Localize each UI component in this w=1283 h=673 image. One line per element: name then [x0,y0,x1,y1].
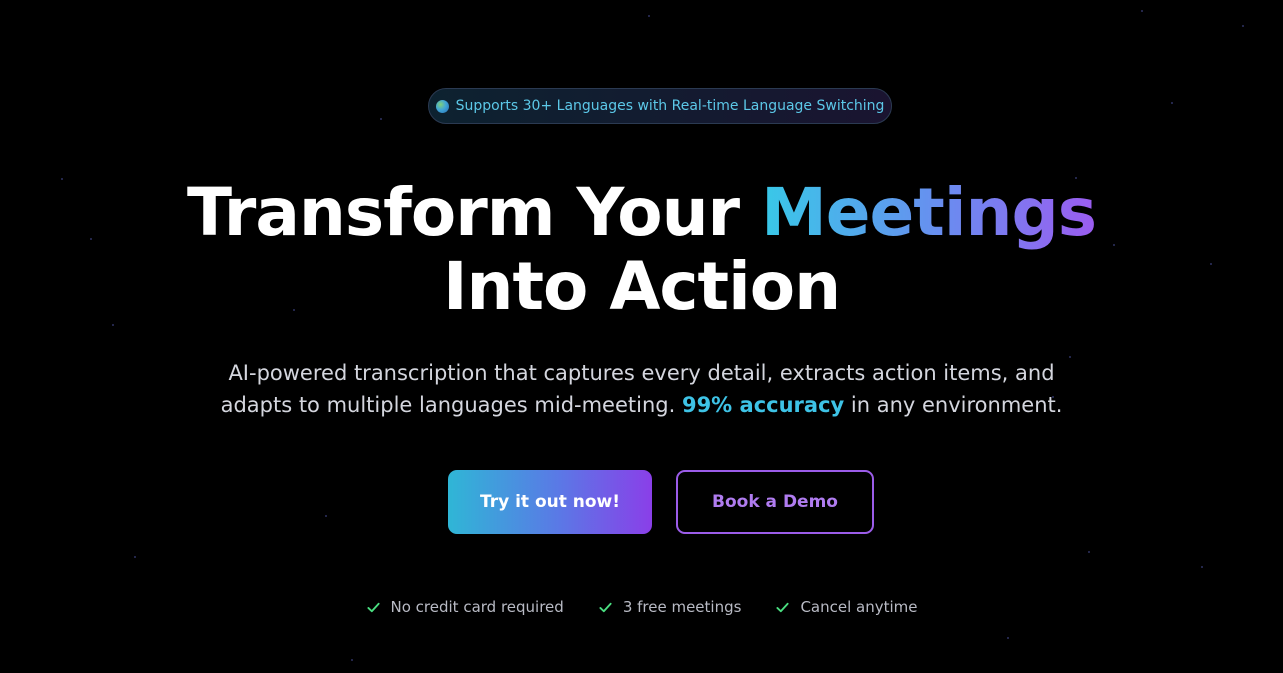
globe-icon [435,99,449,113]
benefit-item: 3 free meetings [598,598,742,616]
try-it-out-button[interactable]: Try it out now! [448,470,652,534]
check-icon [599,602,612,612]
benefit-label: Cancel anytime [800,598,918,616]
subtitle-part2: in any environment. [844,393,1063,417]
accuracy-highlight: 99% accuracy [681,393,845,417]
languages-badge: Supports 30+ Languages with Real-time La… [428,88,892,124]
benefit-label: 3 free meetings [622,598,742,616]
check-icon [776,602,790,612]
badge-text: Supports 30+ Languages with Real-time La… [455,98,885,114]
hero-headline: Transform Your Meetings Into Action [0,176,1283,324]
hero-subtitle: AI-powered transcription that captures e… [190,357,1093,421]
benefit-item: No credit card required [366,598,564,616]
book-demo-button[interactable]: Book a Demo [676,470,874,534]
headline-part1: Transform Your [187,174,762,251]
headline-highlight: Meetings [761,174,1097,251]
headline-part2: Into Action [442,248,841,325]
benefits-list: No credit card required 3 free meetings … [0,598,1283,616]
benefit-item: Cancel anytime [775,598,918,616]
check-icon [366,602,380,612]
benefit-label: No credit card required [390,598,564,616]
